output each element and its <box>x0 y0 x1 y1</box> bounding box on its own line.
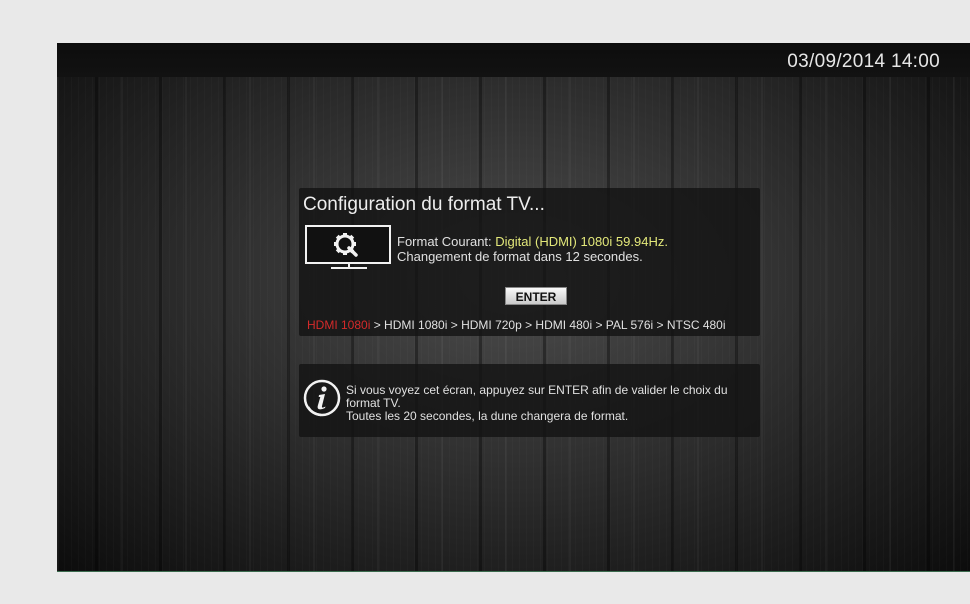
format-config-panel: Configuration du format TV... Format Cou… <box>299 188 760 336</box>
config-title: Configuration du format TV... <box>303 194 545 215</box>
top-bar: 03/09/2014 14:00 <box>57 43 970 77</box>
format-change-countdown: Changement de format dans 12 secondes. <box>397 249 643 264</box>
format-sequence-current: HDMI 1080i <box>307 318 371 332</box>
enter-button[interactable]: ENTER <box>505 287 567 305</box>
info-icon <box>302 378 342 418</box>
format-sequence-rest: > HDMI 1080i > HDMI 720p > HDMI 480i > P… <box>370 318 726 332</box>
info-panel: Si vous voyez cet écran, appuyez sur ENT… <box>299 364 760 437</box>
clock-datetime: 03/09/2014 14:00 <box>787 51 940 72</box>
tv-settings-icon <box>305 225 393 271</box>
info-line-2: Toutes les 20 secondes, la dune changera… <box>346 409 629 423</box>
format-sequence: HDMI 1080i > HDMI 1080i > HDMI 720p > HD… <box>307 318 726 332</box>
current-format-value: Digital (HDMI) 1080i 59.94Hz. <box>495 234 668 249</box>
info-line-1: Si vous voyez cet écran, appuyez sur ENT… <box>346 383 728 410</box>
current-format-label: Format Courant: <box>397 234 496 249</box>
tv-screen: 03/09/2014 14:00 Configuration du format… <box>57 43 970 572</box>
info-text: Si vous voyez cet écran, appuyez sur ENT… <box>346 384 756 423</box>
current-format-line: Format Courant: Digital (HDMI) 1080i 59.… <box>397 234 668 249</box>
